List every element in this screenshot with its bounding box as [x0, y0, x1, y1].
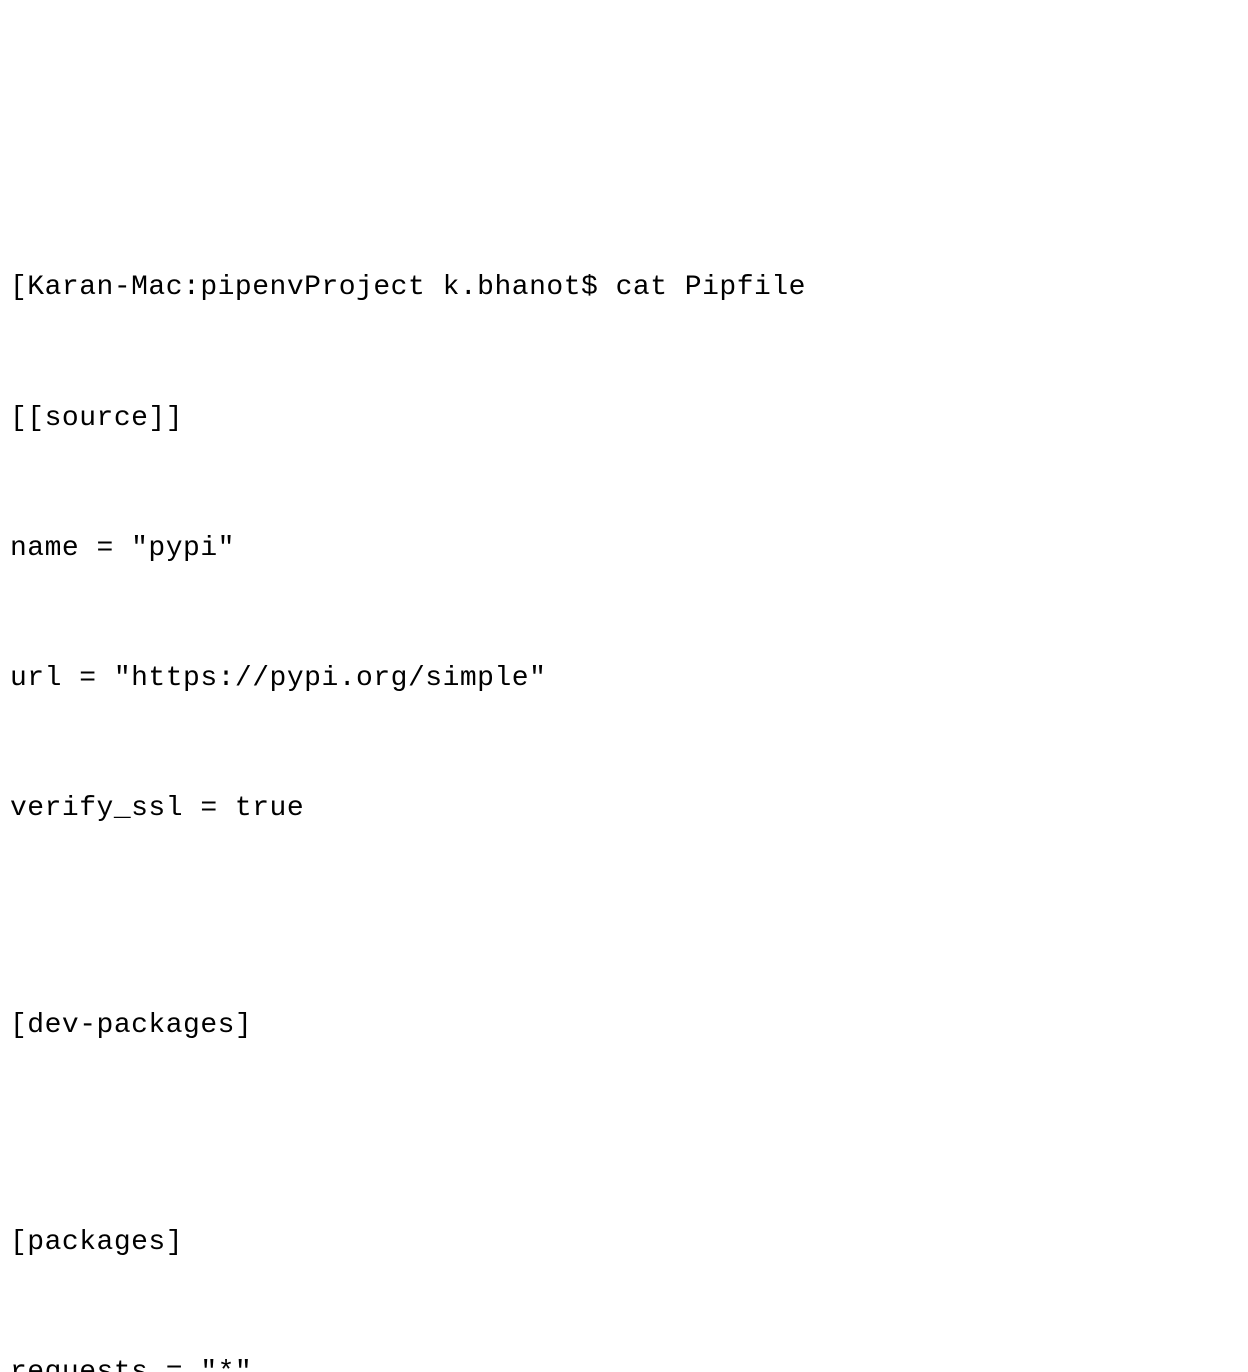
terminal-output[interactable]: [Karan-Mac:pipenvProject k.bhanot$ cat P… — [10, 180, 1238, 1372]
terminal-line: [packages] — [10, 1221, 1238, 1264]
terminal-line: url = "https://pypi.org/simple" — [10, 657, 1238, 700]
terminal-line: [Karan-Mac:pipenvProject k.bhanot$ cat P… — [10, 266, 1238, 309]
terminal-line: name = "pypi" — [10, 527, 1238, 570]
terminal-line: [[source]] — [10, 397, 1238, 440]
terminal-line: requests = "*" — [10, 1351, 1238, 1372]
terminal-line: [dev-packages] — [10, 1004, 1238, 1047]
terminal-line: verify_ssl = true — [10, 787, 1238, 830]
